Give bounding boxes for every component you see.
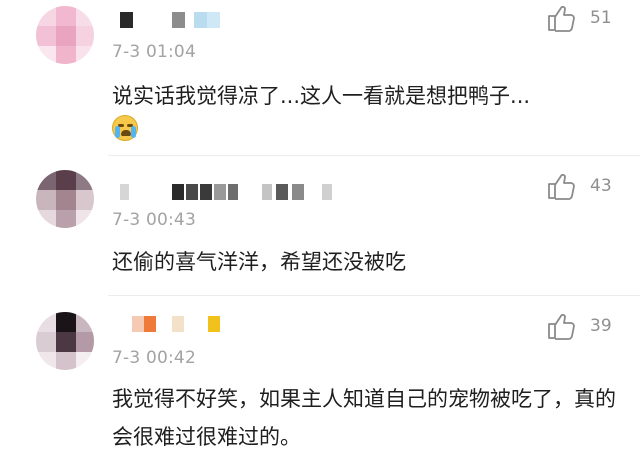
comment-time: 7-3 01:04 bbox=[112, 42, 196, 62]
divider bbox=[108, 295, 640, 296]
username[interactable] bbox=[116, 316, 236, 334]
crying-face-icon bbox=[112, 115, 138, 141]
divider bbox=[108, 155, 640, 156]
like-button[interactable]: 51 bbox=[546, 4, 626, 34]
comment-time: 7-3 00:42 bbox=[112, 348, 196, 368]
comment-time: 7-3 00:43 bbox=[112, 210, 196, 230]
thumbs-up-icon bbox=[548, 6, 575, 32]
avatar[interactable] bbox=[36, 170, 94, 228]
comment-item: 51 7-3 01:04 说实话我觉得凉了...这人一看就是想把鸭子... bbox=[0, 0, 640, 155]
thumbs-up-icon bbox=[548, 174, 575, 200]
thumbs-up-icon bbox=[548, 314, 575, 340]
avatar[interactable] bbox=[36, 6, 94, 64]
comment-text: 说实话我觉得凉了...这人一看就是想把鸭子... bbox=[112, 84, 531, 108]
like-button[interactable]: 43 bbox=[546, 172, 626, 202]
username[interactable] bbox=[116, 184, 346, 202]
comment-item: 39 7-3 00:42 我觉得不好笑，如果主人知道自己的宠物被吃了，真的会很难… bbox=[0, 298, 640, 476]
username[interactable] bbox=[116, 12, 226, 30]
like-count: 39 bbox=[590, 316, 612, 336]
like-button[interactable]: 39 bbox=[546, 312, 626, 342]
like-count: 51 bbox=[590, 8, 612, 28]
avatar[interactable] bbox=[36, 312, 94, 370]
comment-text: 我觉得不好笑，如果主人知道自己的宠物被吃了，真的会很难过很难过的。 bbox=[112, 387, 616, 449]
like-count: 43 bbox=[590, 176, 612, 196]
comment-text: 还偷的喜气洋洋，希望还没被吃 bbox=[112, 250, 406, 274]
comment-item: 43 7-3 00:43 还偷的喜气洋洋，希望还没被吃 bbox=[0, 158, 640, 294]
